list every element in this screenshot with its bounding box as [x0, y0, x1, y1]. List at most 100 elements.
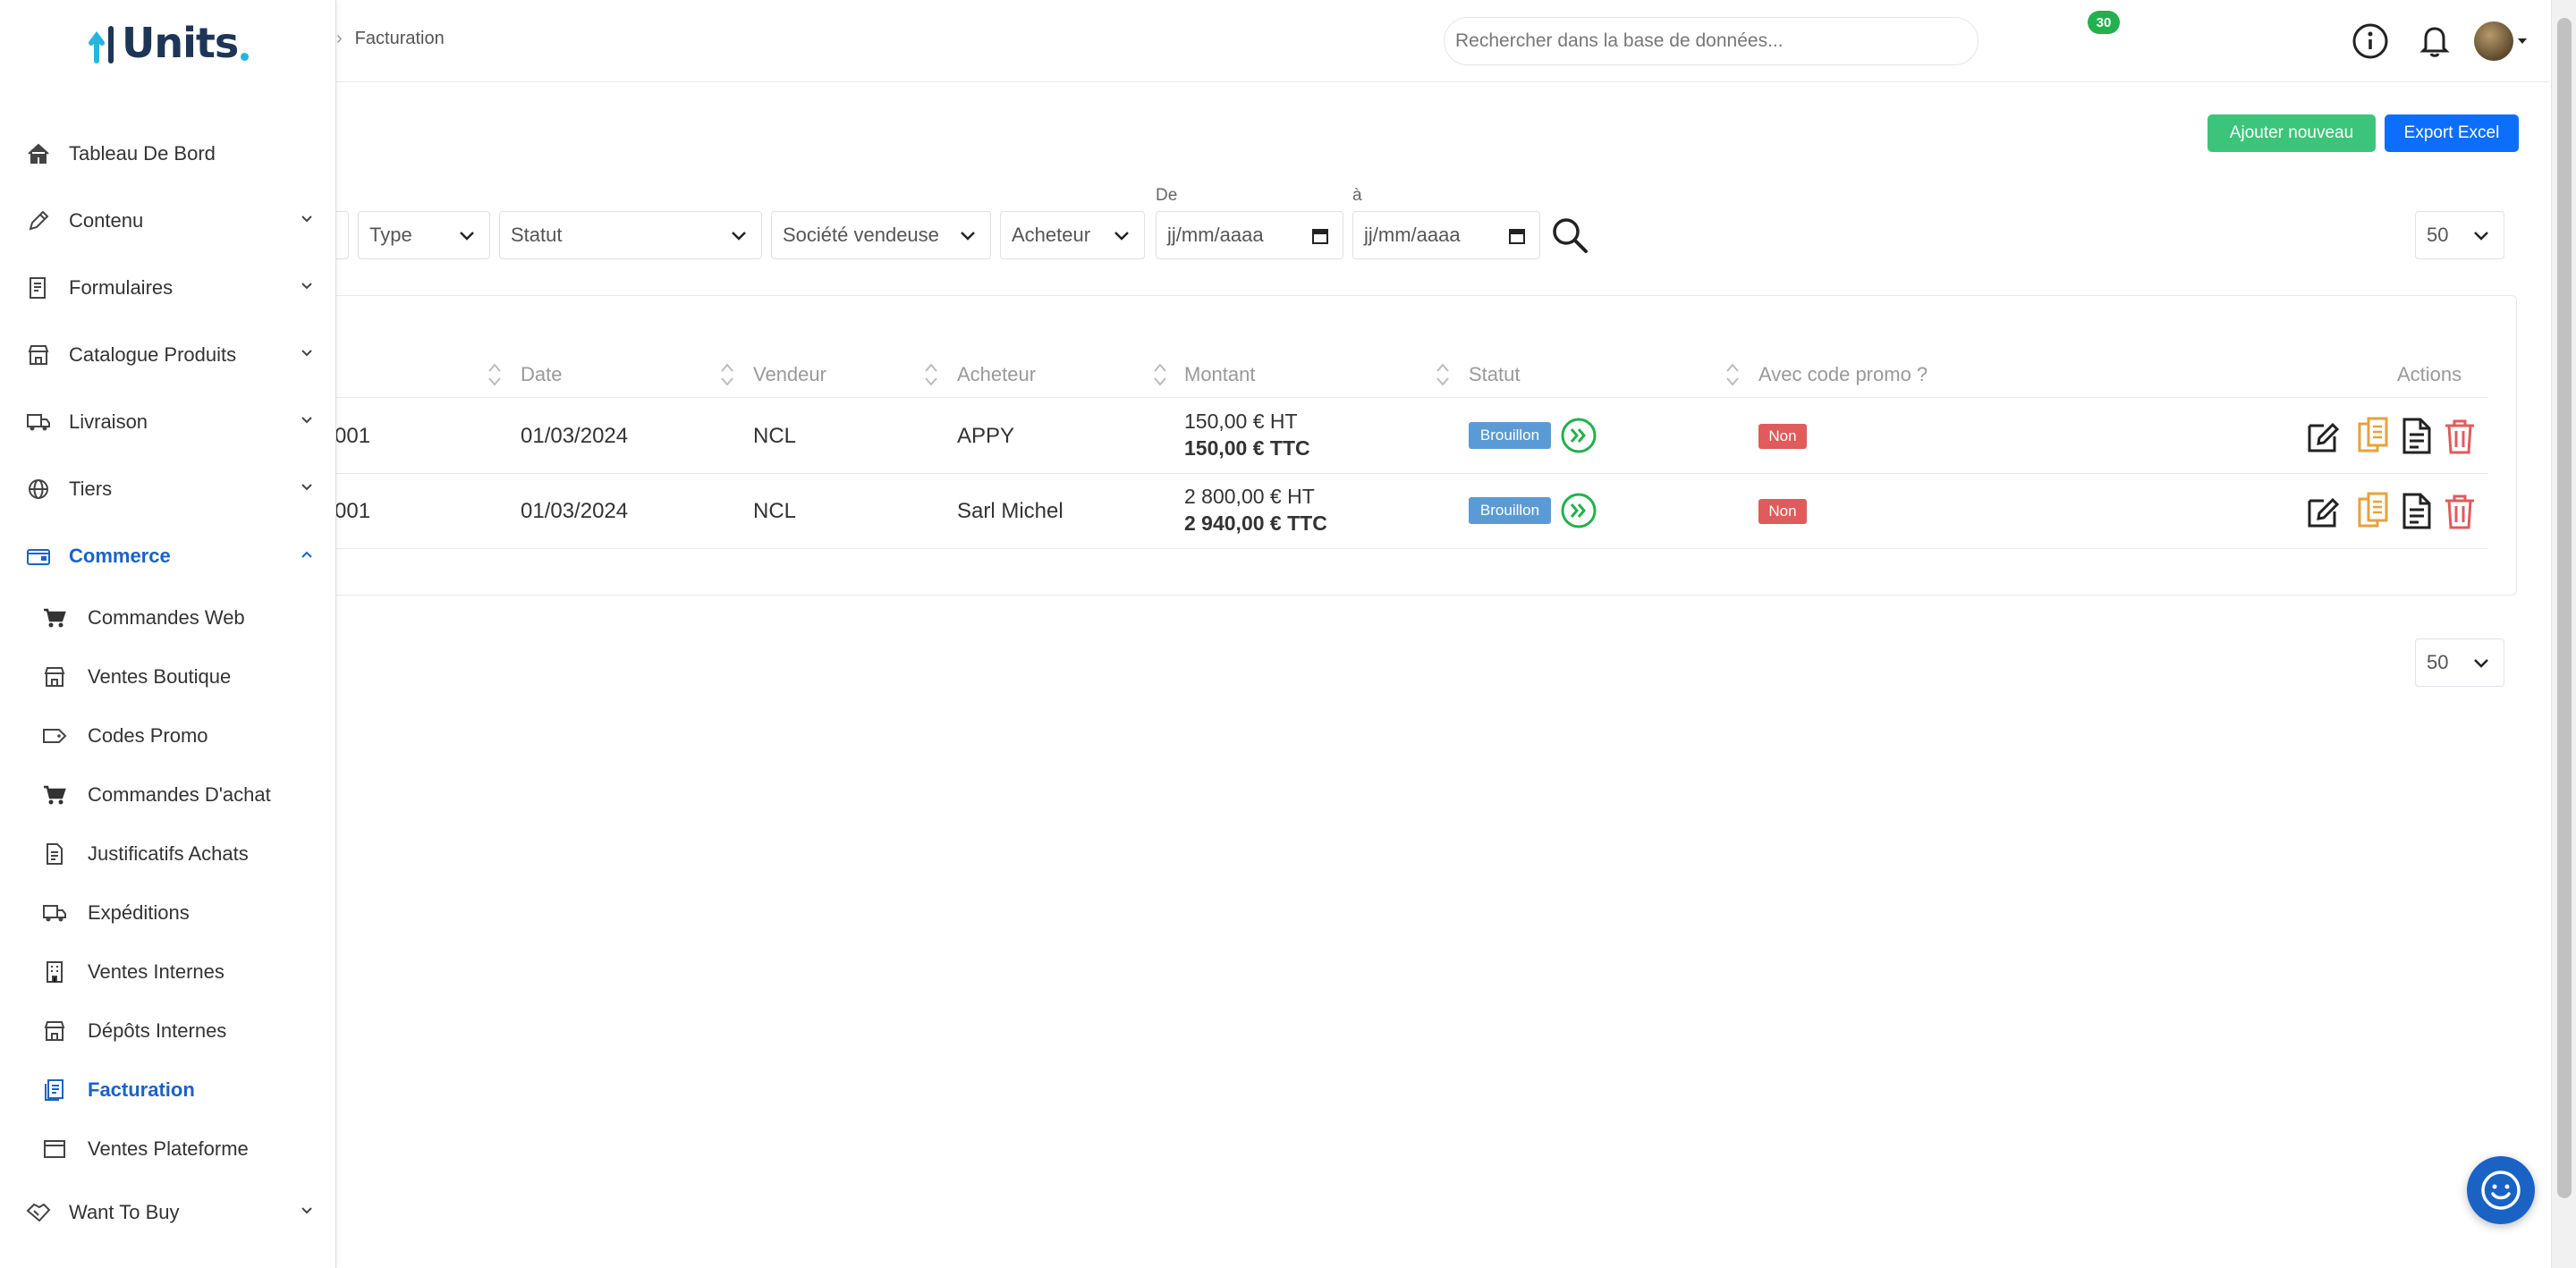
filter-select-clipped[interactable] [336, 211, 349, 259]
chevron-down-icon [297, 209, 317, 229]
sidebar-item-label: Tableau De Bord [69, 142, 216, 165]
status-badge: Brouillon [1469, 422, 1551, 449]
sidebar-item-want-to-buy[interactable]: Want To Buy [0, 1188, 336, 1238]
calendar-icon[interactable] [1507, 226, 1527, 246]
delete-icon[interactable] [2442, 492, 2478, 531]
date-from-placeholder: jj/mm/aaaa [1167, 224, 1264, 246]
edit-icon[interactable] [2306, 492, 2342, 531]
type-select[interactable]: Type [358, 211, 490, 259]
store-icon [41, 1019, 68, 1044]
sidebar-item-commerce[interactable]: Commerce [0, 531, 336, 581]
sidebar-item-label: Contenu [69, 209, 144, 232]
sidebar-item-label: Commerce [69, 545, 171, 567]
statut-select[interactable]: Statut [499, 211, 762, 259]
sort-icon[interactable] [1724, 361, 1741, 388]
sidebar-item-label: Expéditions [88, 901, 190, 924]
acheteur-select-label: Acheteur [1012, 224, 1091, 246]
advance-status-icon[interactable] [1560, 492, 1597, 529]
sidebar-item-ventes-boutique[interactable]: Ventes Boutique [0, 652, 336, 702]
sidebar-item-livraison[interactable]: Livraison [0, 397, 336, 447]
sidebar-item-commandes-web[interactable]: Commandes Web [0, 593, 336, 643]
page-scrollbar[interactable] [2551, 0, 2576, 1268]
sort-icon[interactable] [923, 361, 939, 388]
export-excel-button[interactable]: Export Excel [2385, 114, 2519, 152]
chevron-down-icon [297, 410, 317, 430]
page-size-select[interactable]: 50 [2415, 211, 2504, 259]
type-select-label: Type [369, 224, 412, 246]
date-from-input[interactable]: jj/mm/aaaa [1156, 211, 1343, 259]
breadcrumb: › Facturation [336, 29, 445, 49]
duplicate-icon[interactable] [2356, 417, 2392, 456]
chevron-down-icon [297, 276, 317, 296]
chevron-down-icon [297, 343, 317, 363]
handshake-icon [25, 1200, 52, 1225]
acheteur-select[interactable]: Acheteur [1000, 211, 1145, 259]
page-size-value: 50 [2427, 651, 2449, 673]
column-header-vendeur[interactable]: Vendeur [753, 363, 826, 386]
sidebar-item-ventes-internes[interactable]: Ventes Internes [0, 947, 336, 997]
add-new-button[interactable]: Ajouter nouveau [2207, 114, 2376, 152]
column-header-statut[interactable]: Statut [1469, 363, 1520, 386]
sidebar-item-codes-promo[interactable]: Codes Promo [0, 711, 336, 761]
search-input[interactable]: Rechercher dans la base de données... [1444, 17, 1979, 65]
invoice-icon [41, 1078, 68, 1103]
sidebar-item-justificatifs-achats[interactable]: Justificatifs Achats [0, 829, 336, 879]
chevron-down-icon [961, 232, 975, 241]
societe-vendeuse-select-label: Société vendeuse [783, 224, 939, 246]
logo-text: Units [122, 19, 239, 67]
column-header-promo[interactable]: Avec code promo ? [1758, 363, 1928, 386]
caret-down-icon[interactable] [2517, 36, 2528, 46]
chat-widget-button[interactable] [2467, 1156, 2535, 1224]
sidebar-item-tiers[interactable]: Tiers [0, 464, 336, 514]
sidebar-item-ventes-plateforme[interactable]: Ventes Plateforme [0, 1124, 336, 1174]
sidebar-item-label: Ventes Plateforme [88, 1137, 249, 1160]
scrollbar-thumb[interactable] [2557, 18, 2572, 1198]
calendar-icon[interactable] [1310, 226, 1330, 246]
invoice-montant-ht: 150,00 € HT [1184, 410, 1298, 433]
delete-icon[interactable] [2442, 417, 2478, 456]
column-header-montant[interactable]: Montant [1184, 363, 1256, 386]
page-size-select-bottom[interactable]: 50 [2415, 638, 2504, 687]
sidebar-item-depots-internes[interactable]: Dépôts Internes [0, 1006, 336, 1056]
document-icon[interactable] [2399, 492, 2435, 531]
column-header-date[interactable]: Date [521, 363, 562, 386]
smiley-icon [2481, 1171, 2521, 1210]
topbar: › Facturation [336, 0, 2549, 82]
logo-dot [241, 52, 250, 61]
chevron-down-icon [460, 232, 474, 241]
sidebar-item-expeditions[interactable]: Expéditions [0, 888, 336, 938]
sidebar-item-facturation[interactable]: Facturation [0, 1065, 336, 1115]
sidebar-item-formulaires[interactable]: Formulaires [0, 263, 336, 313]
societe-vendeuse-select[interactable]: Société vendeuse [771, 211, 991, 259]
building-icon [41, 959, 68, 985]
table-row[interactable] [327, 474, 2488, 549]
sidebar-item-catalogue-produits[interactable]: Catalogue Produits [0, 330, 336, 380]
advance-status-icon[interactable] [1560, 417, 1597, 454]
chevron-down-icon [297, 478, 317, 497]
chevron-down-icon [732, 232, 746, 241]
document-icon[interactable] [2399, 417, 2435, 456]
sidebar-item-label: Ventes Boutique [88, 665, 232, 688]
date-to-label: à [1352, 186, 1362, 205]
edit-icon[interactable] [2306, 417, 2342, 456]
sort-icon[interactable] [1435, 361, 1451, 388]
sort-icon[interactable] [1152, 361, 1168, 388]
units-logo[interactable]: Units [86, 16, 250, 70]
sidebar-item-tableau-de-bord[interactable]: Tableau De Bord [0, 129, 336, 179]
window-icon [41, 1137, 68, 1162]
search-icon[interactable] [1549, 215, 1590, 256]
table-row[interactable] [327, 399, 2488, 474]
date-to-input[interactable]: jj/mm/aaaa [1352, 211, 1540, 259]
header-divider [327, 397, 2488, 398]
duplicate-icon[interactable] [2356, 492, 2392, 531]
sort-icon[interactable] [487, 361, 503, 388]
pen-icon [25, 208, 52, 233]
sort-icon[interactable] [719, 361, 735, 388]
bell-icon[interactable] [2415, 21, 2454, 61]
avatar[interactable] [2474, 21, 2513, 61]
sidebar-item-commandes-achat[interactable]: Commandes D'achat [0, 770, 336, 820]
status-badge: Brouillon [1469, 497, 1551, 524]
sidebar-item-contenu[interactable]: Contenu [0, 196, 336, 246]
info-icon[interactable] [2351, 21, 2390, 61]
column-header-acheteur[interactable]: Acheteur [957, 363, 1036, 386]
